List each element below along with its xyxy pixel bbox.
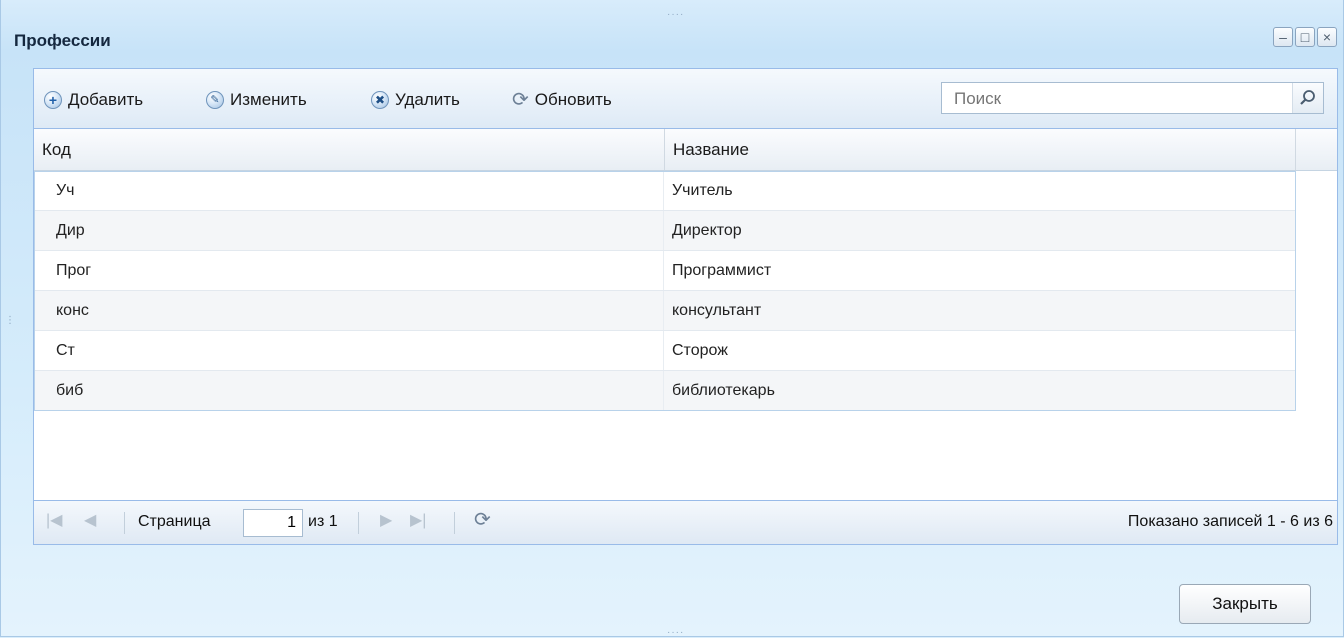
paging-toolbar: |◀ ◀ Страница из 1 ▶ ▶| ⟳ Показано запис… xyxy=(34,500,1337,544)
prev-page-button[interactable]: ◀ xyxy=(84,513,96,529)
cell-name: библиотекарь xyxy=(672,382,775,399)
pencil-circle-icon: ✎ xyxy=(206,91,224,109)
next-page-icon: ▶ xyxy=(380,512,393,529)
cell-code: Уч xyxy=(34,171,664,210)
cell-code: конс xyxy=(34,291,664,330)
first-page-icon: |◀ xyxy=(46,512,63,529)
column-header-code[interactable]: Код xyxy=(34,129,664,170)
last-page-icon: ▶| xyxy=(410,512,427,529)
pager-separator xyxy=(454,512,455,534)
x-circle-icon: ✖ xyxy=(371,91,389,109)
last-page-button[interactable]: ▶| xyxy=(410,513,426,529)
table-row[interactable]: Дир Директор xyxy=(34,211,1296,251)
close-button[interactable]: Закрыть xyxy=(1179,584,1311,624)
delete-label: Удалить xyxy=(395,90,460,109)
page-count-label: из 1 xyxy=(308,513,338,530)
close-window-button[interactable]: × xyxy=(1317,27,1337,47)
cell-code: Прог xyxy=(34,251,664,290)
cell-code: Дир xyxy=(34,211,664,250)
edit-button[interactable]: ✎ Изменить xyxy=(206,88,307,112)
search-field xyxy=(941,82,1324,114)
refresh-button[interactable]: ⟳ Обновить xyxy=(512,88,612,112)
window-controls: – □ × xyxy=(1273,27,1337,47)
table-row[interactable]: Уч Учитель xyxy=(34,171,1296,211)
table-row[interactable]: конс консультант xyxy=(34,291,1296,331)
first-page-button[interactable]: |◀ xyxy=(46,513,62,529)
pager-separator xyxy=(124,512,125,534)
add-button[interactable]: + Добавить xyxy=(44,88,143,112)
pager-separator xyxy=(358,512,359,534)
plus-circle-icon: + xyxy=(44,91,62,109)
maximize-icon: □ xyxy=(1300,29,1310,45)
cell-name: Директор xyxy=(672,222,742,239)
toolbar: + Добавить ✎ Изменить ✖ Удалить ⟳ Обнови… xyxy=(34,69,1337,129)
page-number-input[interactable] xyxy=(243,509,303,537)
delete-button[interactable]: ✖ Удалить xyxy=(371,88,460,112)
column-divider[interactable] xyxy=(1295,129,1296,170)
table-row[interactable]: Ст Сторож xyxy=(34,331,1296,371)
cell-name: Сторож xyxy=(672,342,728,359)
close-icon: × xyxy=(1322,29,1332,45)
cell-name: консультант xyxy=(672,302,762,319)
cell-code: Ст xyxy=(34,331,664,370)
table-row[interactable]: Прог Программист xyxy=(34,251,1296,291)
prev-page-icon: ◀ xyxy=(84,512,97,529)
next-page-button[interactable]: ▶ xyxy=(380,513,392,529)
search-input[interactable] xyxy=(952,84,1296,114)
resize-handle-left[interactable]: ⋮ xyxy=(5,316,16,326)
grid-body: Уч Учитель Дир Директор Прог Программист… xyxy=(34,171,1296,411)
grid-header: Код Название xyxy=(34,129,1337,171)
refresh-label: Обновить xyxy=(534,90,612,109)
table-row[interactable]: биб библиотекарь xyxy=(34,371,1296,411)
title-bar[interactable]: Профессии xyxy=(1,10,1343,64)
page-label: Страница xyxy=(138,513,211,530)
edit-label: Изменить xyxy=(230,90,307,109)
grid-panel: + Добавить ✎ Изменить ✖ Удалить ⟳ Обнови… xyxy=(33,68,1338,545)
refresh-icon: ⟳ xyxy=(474,509,491,531)
window-title: Профессии xyxy=(14,31,111,50)
cell-name: Учитель xyxy=(672,182,733,199)
column-header-name[interactable]: Название xyxy=(665,129,1295,170)
professions-window: ···· ···· ⋮ Профессии – □ × + Добавить ✎… xyxy=(0,0,1344,638)
pager-refresh-button[interactable]: ⟳ xyxy=(474,510,491,530)
cell-name: Программист xyxy=(672,262,772,279)
search-button[interactable] xyxy=(1292,83,1323,113)
refresh-icon: ⟳ xyxy=(512,89,529,111)
resize-handle-bottom[interactable]: ···· xyxy=(667,628,684,638)
minimize-icon: – xyxy=(1279,29,1287,45)
add-label: Добавить xyxy=(68,90,144,109)
cell-code: биб xyxy=(34,371,664,410)
minimize-button[interactable]: – xyxy=(1273,27,1293,47)
records-status: Показано записей 1 - 6 из 6 xyxy=(1127,513,1333,530)
magnifier-icon xyxy=(1300,90,1315,105)
maximize-button[interactable]: □ xyxy=(1295,27,1315,47)
